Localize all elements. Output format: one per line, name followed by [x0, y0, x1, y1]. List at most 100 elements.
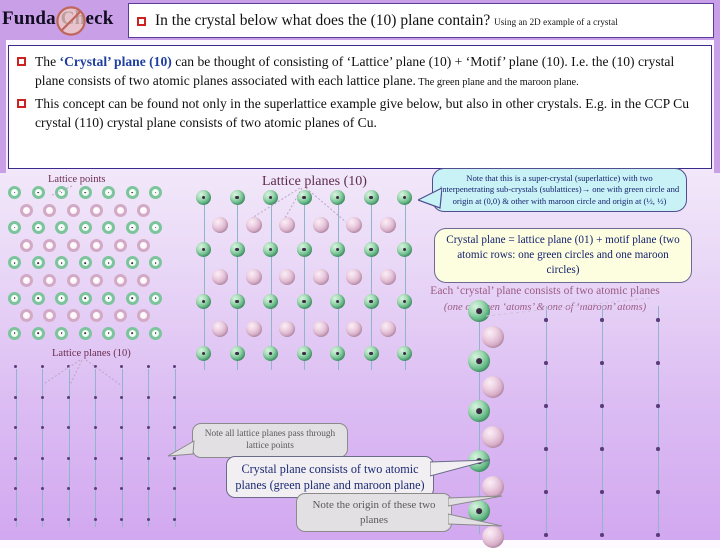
explanation-item: This concept can be found not only in th… [17, 94, 701, 133]
maroon-atom [379, 321, 396, 337]
lattice-point-circle [8, 256, 21, 270]
lattice-point-core [37, 332, 39, 335]
lattice-point [120, 517, 124, 521]
question-box: In the crystal below what does the (10) … [128, 3, 714, 38]
maroon-atom [279, 321, 296, 337]
lattice-point-core [268, 299, 273, 304]
lattice-point-core [131, 262, 133, 264]
lattice-point-core [154, 297, 157, 299]
motif-circle [137, 274, 151, 287]
motif-circle [90, 203, 104, 217]
lattice-point [120, 426, 124, 430]
lattice-point [656, 490, 660, 494]
lattice-points-panel [8, 186, 178, 341]
lattice-point [146, 395, 150, 399]
lattice-point-core [131, 297, 133, 299]
motif-circle [113, 203, 127, 217]
green-atom [263, 346, 278, 361]
lattice-point [173, 426, 177, 430]
lattice-point-core [154, 332, 157, 335]
lattice-point-circle [55, 256, 68, 270]
lattice-point-circle [55, 221, 68, 235]
maroon-atom [346, 217, 363, 233]
lattice-point-core [369, 247, 373, 252]
lattice-point-core [402, 351, 407, 356]
maroon-atom [312, 321, 329, 337]
lattice-point [67, 487, 71, 491]
lattice-point [14, 395, 18, 399]
explanation-text: The ‘Crystal’ plane (10) can be thought … [35, 52, 701, 91]
lattice-point-core [107, 332, 110, 335]
lattice-point-circle [31, 326, 45, 340]
lattice-plane-line [337, 194, 339, 370]
lattice-point [544, 533, 548, 537]
square-bullet-icon [17, 98, 26, 108]
callout-origin-tail [448, 495, 503, 527]
lattice-point-core [131, 191, 133, 194]
lattice-point [40, 487, 44, 491]
lattice-plane-line [237, 194, 238, 370]
green-atom [397, 346, 412, 361]
green-atom [397, 190, 412, 205]
explanation-box: The ‘Crystal’ plane (10) can be thought … [8, 45, 712, 169]
maroon-atom [379, 269, 396, 285]
lattice-point-core [60, 191, 63, 194]
lattice-point-core [154, 262, 157, 264]
annotation-line-1: Each ‘crystal’ plane consists of two ato… [430, 285, 660, 297]
motif-circle [113, 309, 127, 323]
motif-circle [137, 309, 151, 323]
motif-circle [66, 309, 80, 323]
lattice-point-circle [78, 256, 92, 270]
lattice-point [600, 447, 604, 451]
lattice-plane-line [270, 194, 272, 370]
lattice-point [67, 365, 71, 369]
lattice-point-core [302, 247, 306, 252]
explanation-text: This concept can be found not only in th… [35, 94, 701, 133]
maroon-atom [212, 217, 229, 233]
lattice-point [14, 365, 18, 369]
motif-circle [43, 238, 57, 252]
lattice-point-core [476, 408, 482, 414]
lattice-point [544, 318, 548, 322]
lattice-point [600, 318, 604, 322]
lattice-point [67, 426, 71, 430]
lattice-point [146, 456, 150, 460]
maroon-atom [245, 269, 262, 285]
callout-all-planes-text: Note all lattice planes pass through lat… [204, 429, 336, 452]
green-atom [296, 242, 312, 257]
lattice-point-core [201, 351, 206, 356]
callout-crystal-plane-eq-text: Crystal plane = lattice plane (01) + mot… [446, 234, 680, 277]
lattice-point-circle [102, 256, 115, 270]
green-atom [229, 190, 245, 205]
lattice-point-circle [149, 326, 162, 340]
lattice-point [120, 395, 124, 399]
lattice-point [173, 395, 177, 399]
callout-all-planes-tail [168, 440, 195, 457]
explanation-small: The green plane and the maroon plane. [415, 77, 579, 89]
motif-circle [43, 203, 57, 217]
maroon-atom [279, 269, 296, 285]
lattice-point [67, 517, 71, 521]
lattice-point [40, 517, 44, 521]
motif-circle [66, 274, 80, 287]
maroon-atom [312, 217, 329, 233]
lattice-plane-line [602, 306, 603, 534]
lattice-point-core [268, 351, 273, 356]
lattice-point [656, 533, 660, 537]
lattice-point [120, 456, 124, 460]
lattice-point [93, 487, 97, 491]
green-atom [330, 190, 345, 205]
lattice-point-core [268, 247, 273, 252]
lattice-point-circle [8, 221, 21, 235]
callout-two-atomic-text: Crystal plane consists of two atomic pla… [235, 462, 425, 493]
lattice-plane-line [203, 194, 205, 370]
lattice-point-circle [8, 291, 21, 305]
green-atom [296, 190, 312, 205]
lattice-point-core [302, 299, 306, 304]
lattice-point-circle [149, 186, 162, 199]
lattice-point-core [268, 195, 273, 200]
explanation-pre: The [35, 54, 60, 69]
green-atom [468, 300, 490, 322]
callout-origin: Note the origin of these two planes [296, 493, 452, 533]
green-atom [468, 350, 490, 372]
